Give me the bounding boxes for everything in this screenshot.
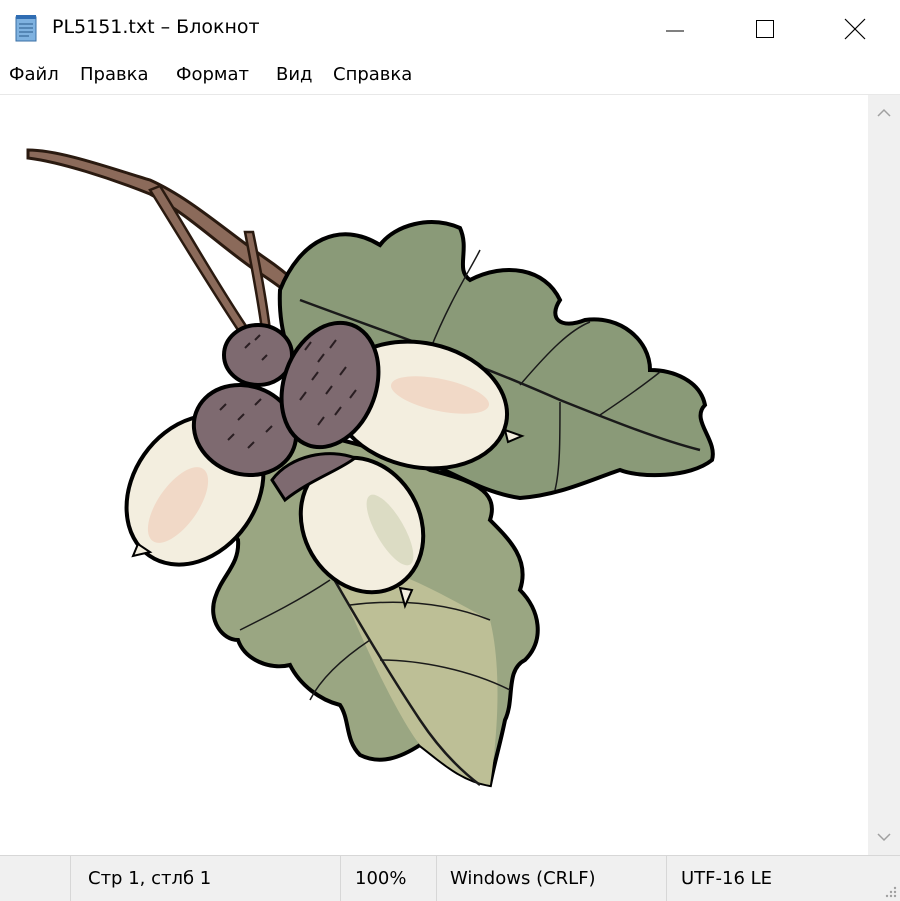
scroll-up-button[interactable] — [868, 95, 900, 131]
chevron-down-icon — [877, 833, 891, 842]
status-separator — [70, 856, 71, 901]
status-encoding: UTF-16 LE — [681, 868, 773, 889]
twig-stem — [243, 230, 272, 332]
twig — [26, 148, 323, 319]
maximize-button[interactable] — [720, 0, 810, 58]
scroll-down-button[interactable] — [868, 819, 900, 855]
menu-file[interactable]: Файл — [9, 64, 59, 85]
status-separator — [340, 856, 341, 901]
vertical-scrollbar[interactable] — [868, 95, 900, 855]
close-button[interactable] — [810, 0, 900, 58]
menu-help[interactable]: Справка — [333, 64, 412, 85]
text-editor-area[interactable] — [0, 95, 868, 855]
maximize-icon — [756, 20, 774, 38]
status-cursor-position: Стр 1, стлб 1 — [88, 868, 212, 889]
resize-grip-icon[interactable] — [883, 884, 897, 898]
menu-bar: Файл Правка Формат Вид Справка — [0, 58, 900, 95]
status-line-ending: Windows (CRLF) — [450, 868, 596, 889]
status-bar: Стр 1, стлб 1 100% Windows (CRLF) UTF-16… — [0, 855, 900, 901]
menu-edit[interactable]: Правка — [80, 64, 149, 85]
title-bar[interactable]: PL5151.txt – Блокнот — [0, 0, 900, 58]
status-separator — [666, 856, 667, 901]
notepad-icon — [15, 15, 37, 42]
minimize-button[interactable] — [630, 0, 720, 58]
minimize-icon — [666, 30, 684, 32]
close-icon — [844, 18, 866, 40]
menu-view[interactable]: Вид — [276, 64, 313, 85]
acorn-illustration — [26, 148, 715, 788]
window-title: PL5151.txt – Блокнот — [52, 16, 260, 38]
status-separator — [436, 856, 437, 901]
acorn-cap — [222, 323, 294, 387]
menu-format[interactable]: Формат — [176, 64, 249, 85]
chevron-up-icon — [877, 108, 891, 117]
status-zoom: 100% — [355, 868, 407, 889]
